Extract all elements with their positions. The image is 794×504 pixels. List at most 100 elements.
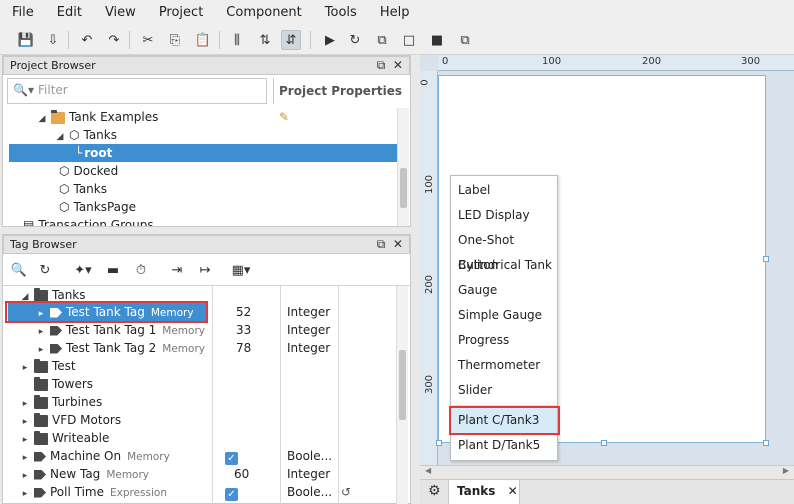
resize-handle[interactable] [436, 440, 442, 446]
menu-item-simple-gauge[interactable]: Simple Gauge [451, 303, 557, 328]
chevron-down-icon[interactable]: ◢ [37, 110, 47, 128]
layout-toggle-icon[interactable]: ⇵ [281, 30, 301, 50]
search-icon: 🔍▾ [13, 83, 34, 97]
value-cell[interactable]: 60 [234, 465, 249, 483]
copy-icon[interactable]: ⎘ [165, 30, 185, 50]
tag-folder-vfd-motors[interactable]: ▸ VFD Motors [20, 411, 121, 429]
refresh-icon[interactable]: ↻ [345, 30, 365, 50]
menu-bar: File Edit View Project Component Tools H… [0, 0, 794, 25]
windows-icon[interactable]: ⧉ [455, 30, 475, 50]
menu-component[interactable]: Component [214, 5, 312, 20]
tree-item-tankspage[interactable]: ⬡ TanksPage [59, 198, 136, 216]
value-cell[interactable]: 33 [236, 321, 251, 339]
checkbox-machine-on[interactable]: ✓ [225, 448, 238, 466]
menu-project[interactable]: Project [147, 5, 214, 20]
window-close-icon[interactable]: ■ [427, 30, 447, 50]
tree-item-tanks[interactable]: ◢ ⬡ Tanks [55, 126, 117, 144]
panel-controls[interactable]: ⧉ ✕ [377, 57, 403, 74]
cube-icon: ⬡ [59, 182, 70, 196]
save-publish-icon[interactable]: ⇩ [43, 30, 63, 50]
edit-icon[interactable]: ▬ [103, 260, 123, 280]
resize-handle[interactable] [601, 440, 607, 446]
tag-icon [50, 343, 62, 354]
resize-handle[interactable] [763, 256, 769, 262]
designer-scrollbar-h[interactable]: ◀ ▶ [420, 465, 794, 479]
checkbox-poll-time[interactable]: ✓ [225, 484, 238, 502]
tag-icon [34, 451, 46, 462]
menu-view[interactable]: View [93, 5, 147, 20]
project-properties-button[interactable]: Project Properties ✎ [273, 78, 407, 124]
filter-input[interactable]: 🔍▾ Filter [7, 78, 267, 104]
menu-item-led-display[interactable]: LED Display [451, 203, 557, 228]
tree-item-transaction-groups[interactable]: ▤ Transaction Groups [23, 216, 154, 226]
group-icon: ▤ [23, 218, 35, 226]
folder-icon [51, 109, 65, 124]
menu-item-label[interactable]: Label [451, 178, 557, 203]
tag-folder-towers[interactable]: Towers [34, 375, 93, 393]
close-icon[interactable]: ✕ [508, 484, 518, 498]
tag-folder-writeable[interactable]: ▸ Writeable [20, 429, 109, 447]
tree-item-docked[interactable]: ⬡ Docked [59, 162, 118, 180]
chevron-right-icon[interactable]: ▸ [20, 485, 30, 503]
gear-icon[interactable]: ⚙ [428, 483, 441, 499]
menu-file[interactable]: File [0, 5, 45, 20]
tree-item-tanks-2[interactable]: ⬡ Tanks [59, 180, 107, 198]
tag-folder-test[interactable]: ▸ Test [20, 357, 76, 375]
menu-item-plant-d-tank5[interactable]: Plant D/Tank5 [451, 433, 557, 458]
window-new-icon[interactable]: □ [399, 30, 419, 50]
value-cell[interactable]: 78 [236, 339, 251, 357]
value-cell[interactable]: 52 [236, 303, 251, 321]
menu-item-one-shot-button[interactable]: One-Shot Button [451, 228, 557, 272]
folder-icon [34, 287, 48, 302]
tag-tree-scrollbar[interactable] [396, 286, 408, 504]
paste-icon[interactable]: 📋 [193, 30, 213, 50]
tag-folder-turbines[interactable]: ▸ Turbines [20, 393, 102, 411]
tag-row-machine-on[interactable]: ▸ Machine On Memory [20, 447, 170, 465]
project-tree-scrollbar[interactable] [397, 108, 409, 226]
tag-browser-title: Tag Browser [10, 238, 77, 251]
redo-icon[interactable]: ↷ [104, 30, 124, 50]
save-icon[interactable]: 💾 [16, 30, 36, 50]
cut-icon[interactable]: ✂ [138, 30, 158, 50]
root-icon: └ [75, 146, 83, 160]
play-icon[interactable]: ▶ [320, 30, 340, 50]
chevron-right-icon[interactable]: ▸ [20, 359, 30, 377]
menu-item-gauge[interactable]: Gauge [451, 278, 557, 303]
tag-row-test-tank-tag-2[interactable]: ▸ Test Tank Tag 2 Memory [36, 339, 205, 357]
history-icon[interactable]: ⏱ [131, 260, 151, 280]
main-toolbar: 💾 ⇩ ↶ ↷ ✂ ⎘ 📋 ⫼ ⇅ ⇵ ▶ ↻ ⧉ □ ■ ⧉ [0, 25, 794, 55]
cube-icon: ⬡ [69, 128, 80, 142]
checkmark-icon: ✓ [225, 488, 238, 501]
tree-item-root[interactable]: └ root [9, 144, 397, 162]
history-icon[interactable]: ↺ [341, 483, 351, 501]
search-icon[interactable]: 🔍 [9, 260, 29, 280]
grid-icon[interactable]: ▦▾ [227, 260, 255, 280]
menu-help[interactable]: Help [368, 5, 421, 20]
menu-item-thermometer[interactable]: Thermometer [451, 353, 557, 378]
menu-item-slider[interactable]: Slider [451, 378, 557, 403]
tag-row-new-tag[interactable]: ▸ New Tag Memory [20, 465, 149, 483]
refresh-icon[interactable]: ↻ [35, 260, 55, 280]
column-divider [280, 286, 281, 504]
align-icon[interactable]: ⫼ [227, 30, 247, 50]
resize-handle[interactable] [763, 440, 769, 446]
tree-item-tank-examples[interactable]: ◢ Tank Examples [37, 108, 158, 126]
highlight-box [449, 406, 560, 435]
export-icon[interactable]: ↦ [195, 260, 215, 280]
menu-edit[interactable]: Edit [45, 5, 93, 20]
panel-controls[interactable]: ⧉ ✕ [377, 236, 403, 253]
menu-tools[interactable]: Tools [313, 5, 368, 20]
folder-icon [34, 412, 48, 427]
import-icon[interactable]: ⇥ [167, 260, 187, 280]
tag-row-poll-time[interactable]: ▸ Poll Time Expression [20, 483, 167, 501]
tag-browser-header: Tag Browser ⧉ ✕ [3, 235, 410, 254]
tag-row-test-tank-tag-1[interactable]: ▸ Test Tank Tag 1 Memory [36, 321, 205, 339]
distribute-icon[interactable]: ⇅ [255, 30, 275, 50]
menu-item-progress[interactable]: Progress [451, 328, 557, 353]
project-browser-header: Project Browser ⧉ ✕ [3, 56, 410, 75]
tab-tanks[interactable]: Tanks ✕ [448, 480, 520, 504]
undo-icon[interactable]: ↶ [77, 30, 97, 50]
menu-item-cylindrical-tank[interactable]: Cylindrical Tank [451, 253, 557, 278]
add-tag-icon[interactable]: ✦▾ [69, 260, 97, 280]
window-icon[interactable]: ⧉ [372, 30, 392, 50]
